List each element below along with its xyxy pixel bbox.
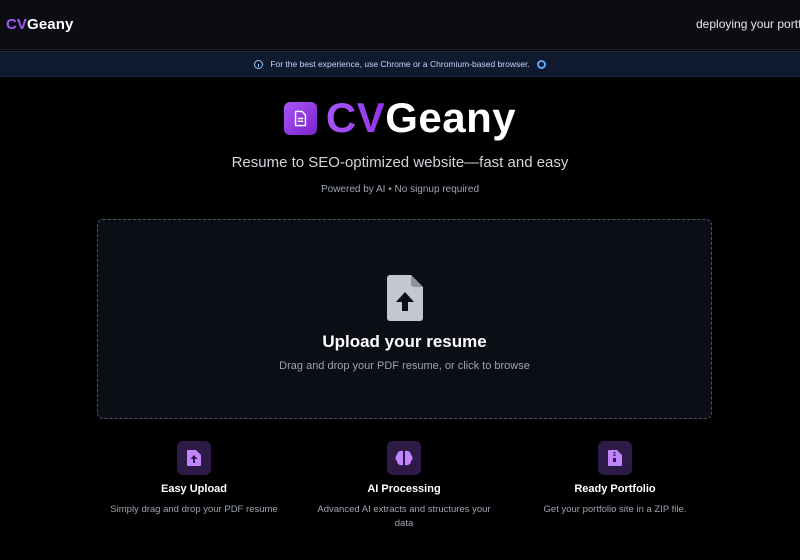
feature-title: AI Processing [367,483,441,495]
feature-description: Advanced AI extracts and structures your… [317,504,491,529]
feature-easy-upload: Easy Upload Simply drag and drop your PD… [94,441,294,517]
file-upload-icon [387,275,423,326]
feature-ready-portfolio: Ready Portfolio Get your portfolio site … [515,441,715,517]
feature-title: Ready Portfolio [574,483,656,495]
hero-title: CVGeany [0,94,800,142]
banner-text: For the best experience, use Chrome or a… [270,59,530,69]
hero-tagline: Resume to SEO-optimized website—fast and… [231,154,569,171]
document-icon [283,101,317,135]
feature-description: Simply drag and drop your PDF resume [110,504,278,515]
feature-title: Easy Upload [160,483,228,495]
nav-logo[interactable]: CVGeany [6,16,73,33]
feature-ai-processing: AI Processing Advanced AI extracts and s… [304,441,504,531]
nav-status-text: deploying your portfolio [696,17,800,31]
zip-file-icon [598,441,632,475]
feature-description: Get your portfolio site in a ZIP file. [543,504,687,515]
top-navbar: CVGeany deploying your portfolio [0,0,800,50]
hero-brand-name: CVGeany [326,97,516,139]
browser-notice-banner: For the best experience, use Chrome or a… [0,51,800,77]
hero-brand-rest: Geany [385,94,517,141]
nav-logo-rest: Geany [27,16,74,33]
nav-logo-cv: CV [6,16,28,33]
upload-file-icon [177,441,211,475]
info-icon [254,59,264,69]
page: CVGeany deploying your portfolio For the… [0,0,800,560]
hero-brand-cv: CV [325,94,386,141]
resume-upload-dropzone[interactable]: Upload your resume Drag and drop your PD… [97,219,712,419]
brain-icon [387,441,421,475]
upload-subtitle: Drag and drop your PDF resume, or click … [279,360,530,372]
chrome-icon [536,59,546,69]
upload-title: Upload your resume [322,332,487,351]
hero-subline: Powered by AI • No signup required [320,184,480,195]
